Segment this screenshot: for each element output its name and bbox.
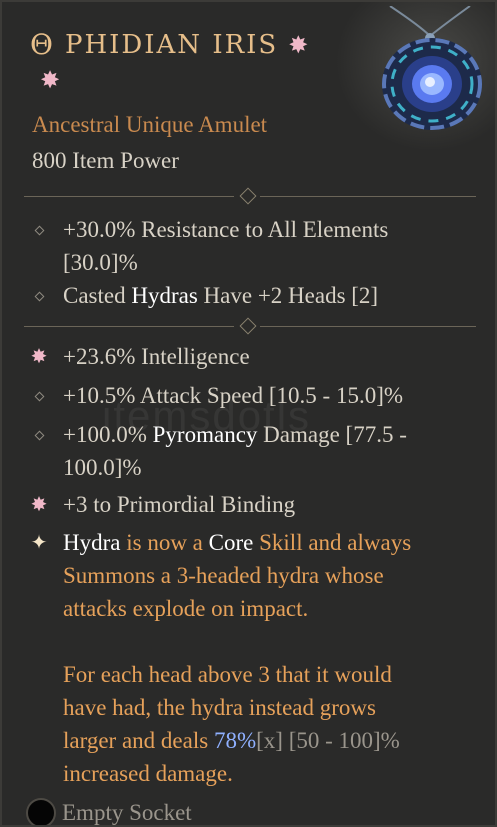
section-divider [24, 187, 476, 205]
greater-affix-star-icon: ✸ [30, 494, 48, 516]
greater-affix-star-icon: ✸ [40, 66, 61, 94]
implicit-hydra-heads: Casted Hydras Have +2 Heads [2] [32, 279, 472, 312]
amulet-icon [382, 6, 482, 130]
unique-spark-icon: ✦ [30, 532, 48, 554]
socket-label: Empty Socket [62, 800, 192, 825]
socket-icon [26, 798, 56, 825]
item-tooltip: Θ PHIDIAN IRIS ✸ ✸ Ancestral Unique Amul… [0, 0, 497, 827]
diamond-bullet-icon [34, 291, 44, 301]
item-name: PHIDIAN IRIS [64, 29, 279, 60]
greater-affix-star-icon: ✸ [288, 30, 311, 59]
item-title: Θ PHIDIAN IRIS ✸ [30, 28, 310, 61]
greater-affix-star-icon: ✸ [30, 346, 48, 368]
title-symbol: Θ [30, 28, 55, 61]
diamond-bullet-icon [34, 225, 44, 235]
item-type: Ancestral Unique Amulet [32, 112, 268, 137]
diamond-bullet-icon [34, 391, 44, 401]
diamond-bullet-icon [34, 430, 44, 440]
affix-pyromancy-damage: +100.0% Pyromancy Damage [77.5 - 100.0]% [32, 418, 472, 484]
unique-power: ✦ Hydra is now a Core Skill and always S… [30, 530, 412, 786]
affix-intelligence: ✸ +23.6% Intelligence [30, 344, 250, 369]
affix-primordial-binding: ✸ +3 to Primordial Binding [30, 492, 296, 517]
section-divider [24, 317, 476, 335]
affix-attack-speed: +10.5% Attack Speed [10.5 - 15.0]% [32, 379, 472, 412]
empty-socket: Empty Socket [26, 798, 192, 825]
item-power: 800 Item Power [32, 148, 179, 173]
implicit-resistance: +30.0% Resistance to All Elements [30.0]… [32, 213, 472, 279]
